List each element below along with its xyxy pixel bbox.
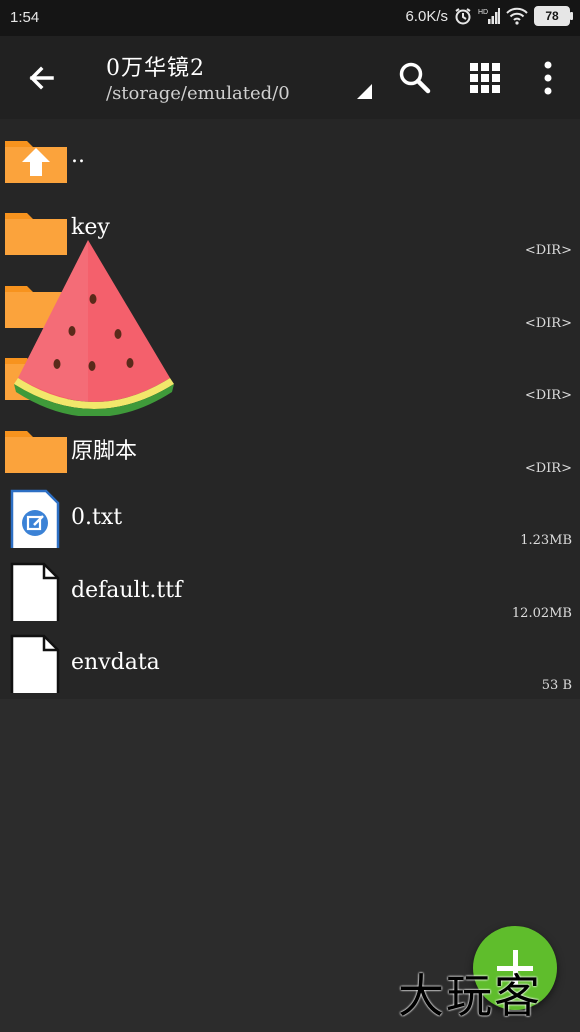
- net-speed: 6.0K/s: [405, 7, 448, 25]
- file-name: ..: [71, 143, 85, 168]
- hd-signal-icon: HD: [478, 8, 500, 24]
- folder-icon: [5, 431, 67, 473]
- file-name: envdata: [71, 650, 160, 675]
- file-meta: <DIR>: [524, 316, 572, 331]
- file-name: 0.txt: [71, 505, 123, 530]
- file-meta: 12.02MB: [511, 606, 572, 621]
- back-arrow-icon[interactable]: [22, 58, 62, 98]
- watermelon-sticker-icon: [14, 240, 174, 416]
- file-meta: 53 B: [541, 678, 572, 693]
- app-bar: 0万华镜2 /storage/emulated/0: [0, 36, 580, 119]
- svg-text:HD: HD: [478, 9, 488, 16]
- file-name: 原脚本: [71, 439, 138, 464]
- folder-up-icon: [5, 141, 67, 183]
- status-time: 1:54: [10, 9, 40, 26]
- wifi-icon: [506, 7, 528, 25]
- more-vert-icon[interactable]: [538, 60, 558, 96]
- list-item[interactable]: default.ttf 12.02MB: [0, 554, 580, 626]
- list-item[interactable]: 0.txt 1.23MB: [0, 481, 580, 553]
- list-item-parent[interactable]: ..: [0, 119, 580, 191]
- file-meta: 1.23MB: [520, 533, 572, 548]
- folder-title: 0万华镜2: [106, 56, 205, 81]
- list-item[interactable]: envdata 53 B: [0, 626, 580, 698]
- file-name: default.ttf: [71, 578, 183, 603]
- file-icon: [10, 634, 60, 693]
- search-icon[interactable]: [397, 60, 433, 96]
- status-icons: 6.0K/s HD 78: [405, 6, 573, 26]
- battery-icon: 78: [534, 6, 573, 26]
- grid-view-icon[interactable]: [468, 61, 502, 95]
- alarm-icon: [455, 8, 471, 25]
- file-meta: <DIR>: [524, 243, 572, 258]
- status-bar: 1:54 6.0K/s HD 78: [0, 0, 580, 36]
- file-meta: <DIR>: [524, 388, 572, 403]
- list-item[interactable]: 原脚本 <DIR>: [0, 409, 580, 481]
- text-file-icon: [10, 489, 60, 548]
- file-meta: <DIR>: [524, 461, 572, 476]
- watermark-text: 大玩客: [398, 969, 542, 1023]
- dropdown-triangle-icon[interactable]: [357, 84, 372, 99]
- current-path: /storage/emulated/0: [106, 83, 290, 104]
- file-icon: [10, 562, 60, 621]
